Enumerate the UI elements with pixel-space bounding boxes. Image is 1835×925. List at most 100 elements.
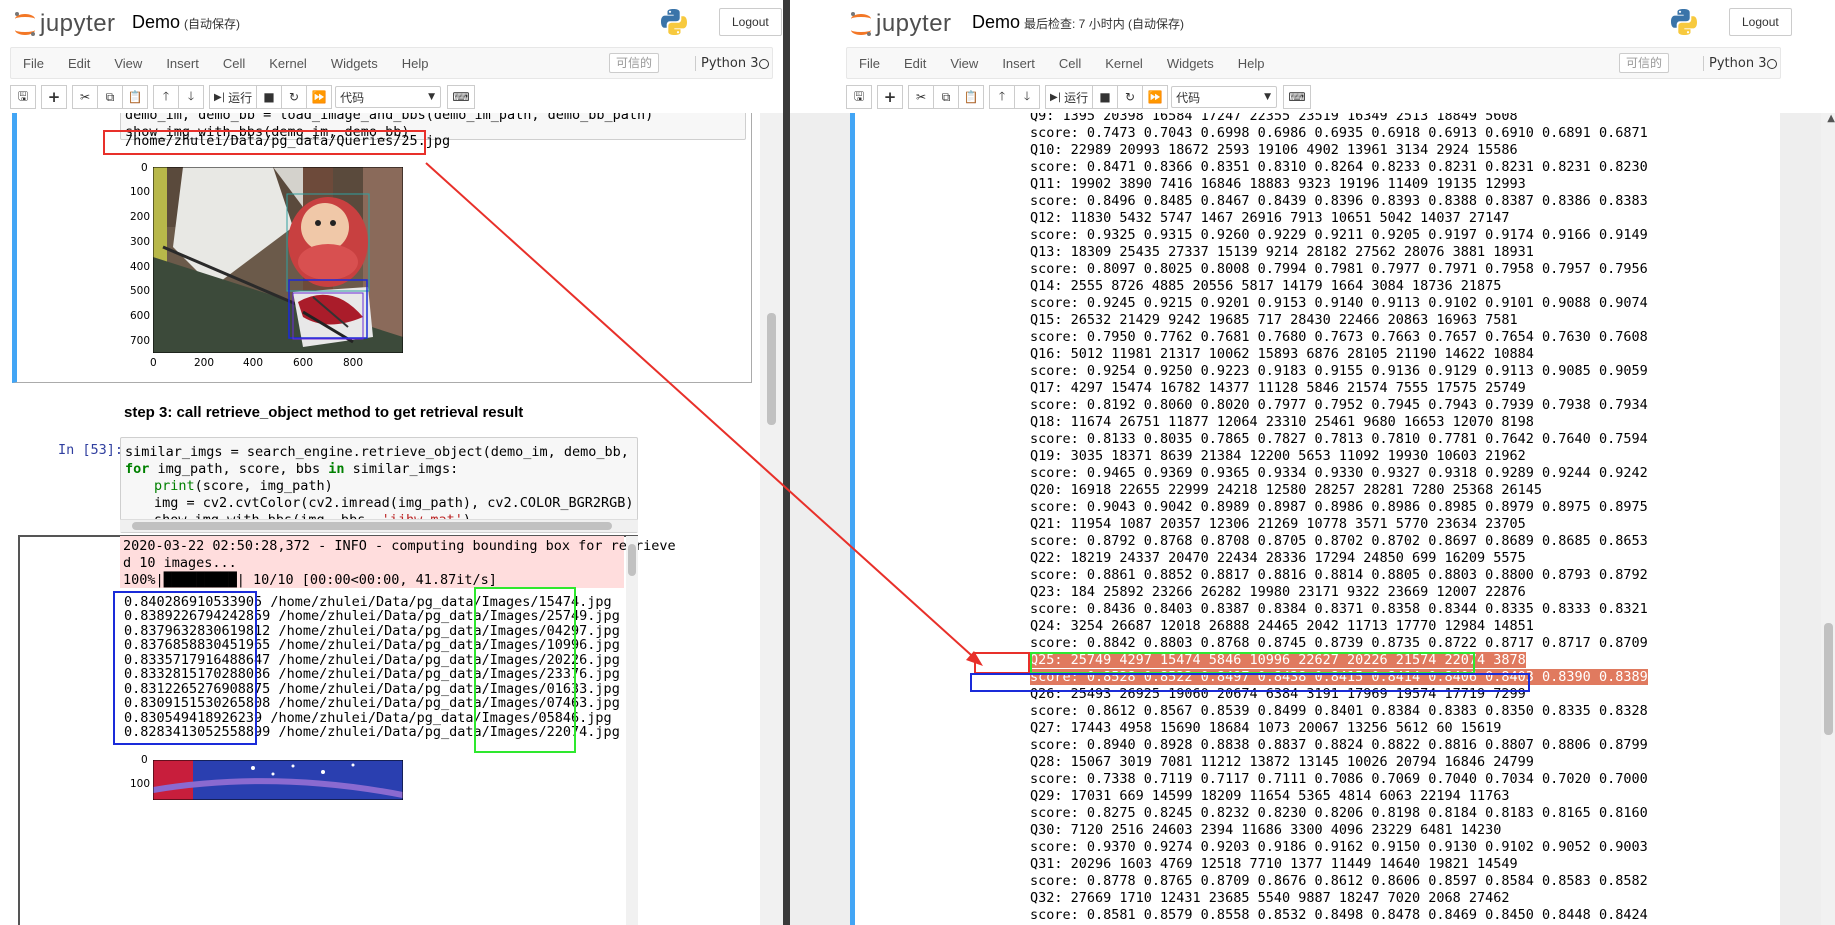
restart-button[interactable]: ↻ (281, 85, 308, 109)
y-tick-label: 700 (130, 335, 151, 347)
trusted-indicator[interactable]: 可信的 (1619, 53, 1670, 73)
cut-button[interactable]: ✂ (908, 85, 934, 109)
output-line: score: 0.8861 0.8852 0.8817 0.8816 0.881… (1030, 567, 1648, 583)
paste-icon: 📋 (127, 90, 143, 104)
selected-output-cell[interactable]: Q9: 1395 20398 16584 17247 22355 23519 1… (850, 113, 1780, 925)
menu-cell[interactable]: Cell (211, 56, 257, 71)
save-button[interactable]: 🖫 (846, 85, 872, 109)
menu-kernel[interactable]: Kernel (257, 56, 319, 71)
move-down-button[interactable]: 🡓 (178, 85, 204, 109)
page-scrollbar[interactable] (760, 113, 783, 925)
output-line: score: 0.8842 0.8803 0.8768 0.8745 0.873… (1030, 635, 1648, 651)
restart-run-all-button[interactable]: ⏩ (1142, 85, 1169, 109)
jupyter-logo-icon (14, 12, 36, 36)
output-line: Q18: 11674 26751 11877 12064 23310 25461… (1030, 414, 1534, 430)
query-image (153, 167, 403, 353)
notebook-title[interactable]: Demo 最后检查: 7 小时内 (自动保存) (972, 12, 1184, 33)
paste-button[interactable]: 📋 (958, 85, 984, 109)
menu-insert[interactable]: Insert (990, 56, 1047, 71)
code-token: similar_imgs: (344, 461, 459, 477)
paste-button[interactable]: 📋 (122, 85, 148, 109)
scrollbar-thumb[interactable] (767, 313, 776, 425)
menu-edit[interactable]: Edit (56, 56, 102, 71)
code-horizontal-scrollbar[interactable] (120, 519, 638, 532)
code-token: for (125, 461, 150, 477)
command-palette-button[interactable]: ⌨ (1283, 85, 1312, 109)
menu-help[interactable]: Help (1226, 56, 1277, 71)
python-logo-icon (1671, 9, 1697, 35)
code-line: similar_imgs = search_engine.retrieve_ob… (125, 444, 637, 461)
output-line: score: 0.8792 0.8768 0.8708 0.8705 0.870… (1030, 533, 1648, 549)
arrow-up-icon: 🡑 (998, 88, 1006, 103)
logout-button[interactable]: Logout (719, 8, 782, 36)
notebook-title[interactable]: Demo (自动保存) (132, 12, 240, 33)
notebook-site: demo_im, demo_bb = load_image_and_bbs(de… (0, 113, 783, 925)
run-label: 运行 (1064, 90, 1089, 105)
trusted-indicator[interactable]: 可信的 (609, 53, 660, 73)
title-text[interactable]: Demo (132, 12, 180, 32)
scrollbar-thumb[interactable] (1824, 623, 1833, 735)
title-text[interactable]: Demo (972, 12, 1020, 32)
run-button[interactable]: ▶| 运行 (209, 85, 258, 109)
move-up-button[interactable]: 🡑 (153, 85, 179, 109)
output-line: score: 0.8133 0.8035 0.7865 0.7827 0.781… (1030, 431, 1648, 447)
jupyter-logo[interactable]: jupyter (14, 10, 116, 38)
menu-cell[interactable]: Cell (1047, 56, 1093, 71)
fast-forward-icon: ⏩ (1147, 90, 1163, 104)
jupyter-logo[interactable]: jupyter (850, 10, 952, 38)
copy-button[interactable]: ⧉ (97, 85, 123, 109)
input-prompt: In [53]: (58, 442, 124, 458)
arrow-down-icon: 🡓 (1023, 88, 1031, 103)
menu-view[interactable]: View (938, 56, 990, 71)
restart-button[interactable]: ↻ (1117, 85, 1144, 109)
menu-view[interactable]: View (102, 56, 154, 71)
kernel-name[interactable]: Python 3 (695, 56, 758, 71)
save-button[interactable]: 🖫 (10, 85, 36, 109)
cell-type-value: 代码 (340, 91, 365, 105)
cell-type-select[interactable]: 代码 ▼ (335, 86, 442, 108)
interrupt-button[interactable]: ■ (1092, 85, 1119, 109)
cell-type-select[interactable]: 代码 ▼ (1171, 86, 1278, 108)
menu-file[interactable]: File (847, 56, 892, 71)
kernel-name[interactable]: Python 3 (1703, 56, 1766, 71)
menu-help[interactable]: Help (390, 56, 441, 71)
output-line: score: 0.8496 0.8485 0.8467 0.8439 0.839… (1030, 193, 1648, 209)
stop-icon: ■ (1099, 90, 1111, 104)
window-divider[interactable] (783, 0, 790, 925)
logo-text: jupyter (40, 10, 116, 37)
page-scrollbar[interactable] (1821, 113, 1835, 925)
output-line: score: 0.7950 0.7762 0.7681 0.7680 0.767… (1030, 329, 1648, 345)
move-up-button[interactable]: 🡑 (989, 85, 1015, 109)
run-button[interactable]: ▶| 运行 (1045, 85, 1094, 109)
y-tick-label: 200 (130, 211, 151, 223)
copy-icon: ⧉ (105, 89, 115, 104)
menu-kernel[interactable]: Kernel (1093, 56, 1155, 71)
copy-button[interactable]: ⧉ (933, 85, 959, 109)
menu-edit[interactable]: Edit (892, 56, 938, 71)
logout-button[interactable]: Logout (1729, 8, 1792, 36)
menu-widgets[interactable]: Widgets (319, 56, 390, 71)
stop-icon: ■ (263, 90, 275, 104)
left-notebook-window: jupyter Demo (自动保存) Logout File Edit View… (0, 0, 783, 925)
command-palette-button[interactable]: ⌨ (447, 85, 476, 109)
chevron-down-icon: ▼ (428, 92, 436, 102)
scrollbar-thumb[interactable] (628, 544, 636, 576)
header: jupyter Demo 最后检查: 7 小时内 (自动保存) Logout (790, 0, 1835, 44)
interrupt-button[interactable]: ■ (256, 85, 283, 109)
restart-run-all-button[interactable]: ⏩ (306, 85, 333, 109)
plus-icon: + (883, 88, 897, 106)
move-down-button[interactable]: 🡓 (1014, 85, 1040, 109)
menu-insert[interactable]: Insert (154, 56, 211, 71)
save-status: (自动保存) (184, 17, 241, 31)
output-line: Q21: 11954 1087 20357 12306 21269 10778 … (1030, 516, 1526, 532)
menu-widgets[interactable]: Widgets (1155, 56, 1226, 71)
scrollbar-thumb[interactable] (132, 522, 612, 530)
output-scrollbar[interactable] (626, 536, 638, 925)
code-token: print (154, 478, 195, 494)
output-line: score: 0.8778 0.8765 0.8709 0.8676 0.861… (1030, 873, 1648, 889)
y-tick-label: 500 (130, 285, 151, 297)
cut-button[interactable]: ✂ (72, 85, 98, 109)
insert-cell-button[interactable]: + (877, 85, 903, 109)
insert-cell-button[interactable]: + (41, 85, 67, 109)
menu-file[interactable]: File (11, 56, 56, 71)
